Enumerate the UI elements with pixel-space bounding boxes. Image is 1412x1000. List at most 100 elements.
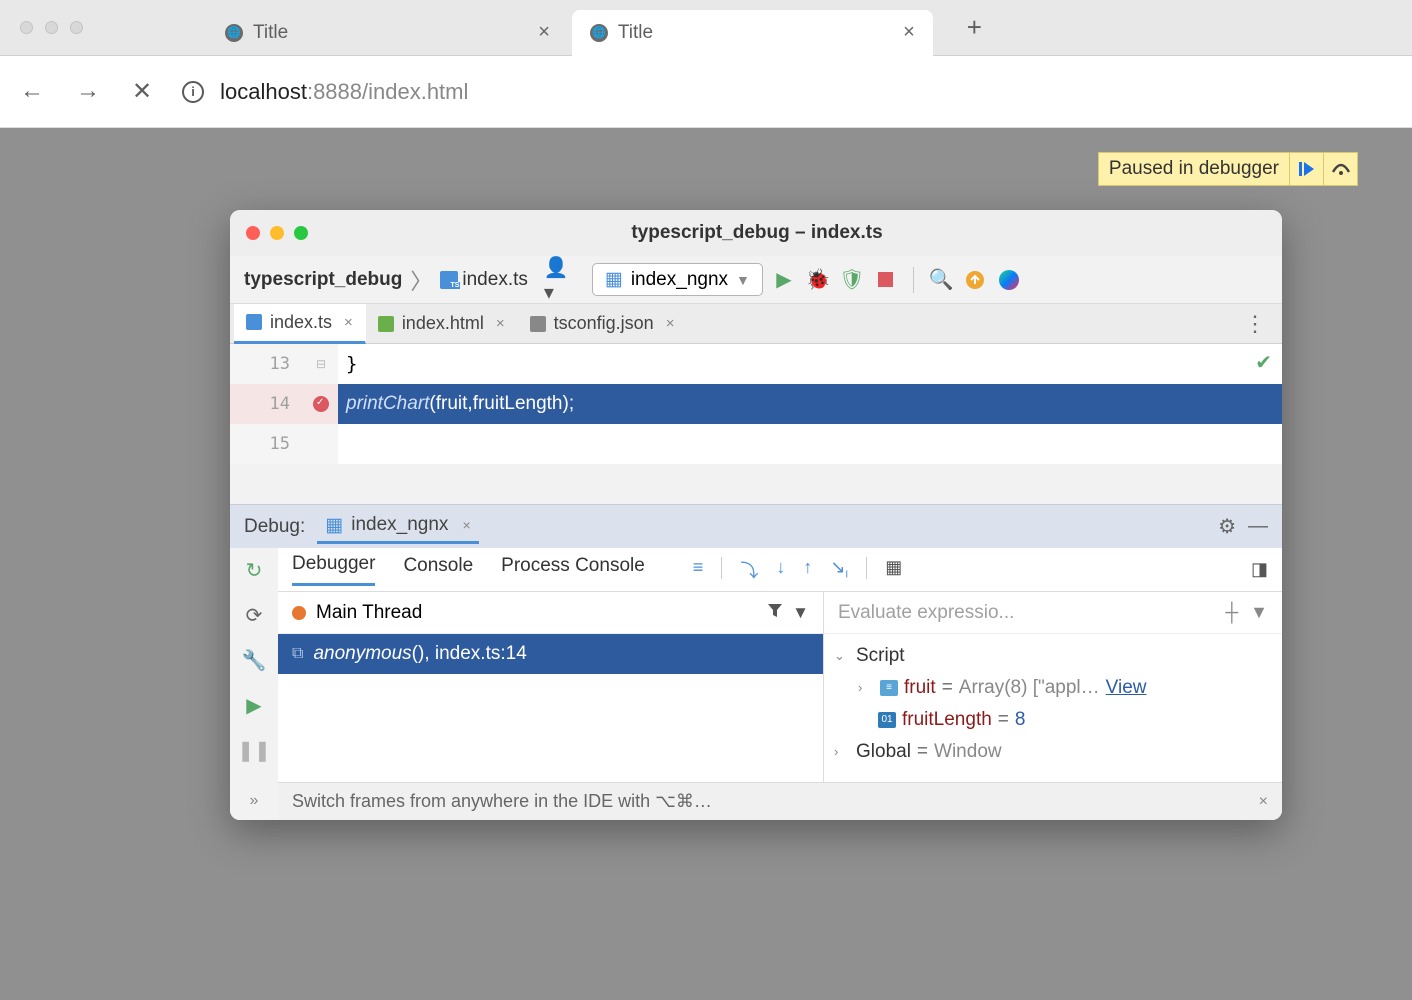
chevron-down-icon[interactable]: ▼	[1250, 602, 1268, 623]
code-line-15[interactable]: 15	[230, 424, 1282, 464]
close-icon[interactable]: ×	[1259, 793, 1268, 811]
gutter[interactable]	[304, 424, 338, 464]
var-scope-global[interactable]: › Global = Window	[834, 736, 1272, 768]
var-scope-script[interactable]: ⌄ Script	[834, 640, 1272, 672]
more-icon[interactable]: »	[250, 792, 259, 810]
layout-icon[interactable]: ◨	[1251, 559, 1268, 580]
forward-icon[interactable]: →	[76, 77, 100, 106]
thread-name[interactable]: Main Thread	[316, 602, 422, 624]
jetbrains-icon[interactable]	[996, 267, 1022, 293]
code-text[interactable]: printChart(fruit,fruitLength);	[338, 384, 1282, 424]
eval-input[interactable]: Evaluate expressio...	[838, 602, 1014, 624]
editor-tab-index-html[interactable]: index.html ×	[366, 304, 518, 344]
code-line-13[interactable]: 13 ⊟ }	[230, 344, 1282, 384]
step-over-icon[interactable]: ⤵	[740, 557, 758, 583]
frame-location: (), index.ts:14	[412, 643, 527, 664]
breadcrumb-file[interactable]: index.ts	[462, 269, 527, 291]
window-traffic-lights	[20, 21, 83, 34]
update-icon[interactable]	[962, 267, 988, 293]
stop-icon[interactable]: ✕	[132, 77, 152, 106]
browser-tab-1[interactable]: 🌐 Title ×	[572, 10, 933, 56]
stop-icon[interactable]	[873, 267, 899, 293]
show-exec-point-icon[interactable]: ≡	[693, 557, 704, 583]
expand-icon[interactable]: ›	[858, 672, 874, 704]
search-icon[interactable]: 🔍	[928, 267, 954, 293]
run-config-selector[interactable]: ▦ index_ngnx ▼	[592, 263, 763, 296]
vcs-user-icon[interactable]: 👤▾	[544, 267, 576, 293]
fold-icon[interactable]: ⊟	[316, 357, 326, 371]
run-icon[interactable]: ▶	[771, 267, 797, 293]
url-field[interactable]: i localhost:8888/index.html	[182, 79, 468, 105]
debug-tool-window: ↻ ⟳ 🔧 ▶ ❚❚ » Debugger Console Process Co…	[230, 548, 1282, 820]
close-icon[interactable]: ×	[462, 517, 470, 533]
pause-icon[interactable]: ❚❚	[237, 738, 271, 763]
variables-header: Evaluate expressio... ┼ ▼	[824, 592, 1282, 634]
chevron-down-icon[interactable]: ▼	[792, 603, 809, 623]
editor-tab-tsconfig[interactable]: tsconfig.json ×	[518, 304, 688, 344]
code-line-14[interactable]: 14 printChart(fruit,fruitLength);	[230, 384, 1282, 424]
add-watch-icon[interactable]: ┼	[1225, 602, 1238, 623]
zoom-dot[interactable]	[70, 21, 83, 34]
run-to-cursor-icon[interactable]: ↘I	[830, 557, 848, 583]
stack-frame-row[interactable]: ⧉ anonymous(), index.ts:14	[278, 634, 823, 674]
step-over-icon[interactable]	[1323, 152, 1357, 186]
step-out-icon[interactable]: ↑	[803, 557, 812, 583]
new-tab-button[interactable]: +	[967, 12, 982, 43]
view-link[interactable]: View	[1106, 672, 1147, 704]
filter-icon[interactable]	[768, 603, 782, 623]
minimize-dot[interactable]	[45, 21, 58, 34]
close-icon[interactable]: ×	[666, 315, 675, 332]
run-config-icon: ▦	[605, 268, 623, 291]
expand-icon[interactable]: ›	[834, 736, 850, 768]
resume-icon[interactable]	[1289, 152, 1323, 186]
tab-debugger[interactable]: Debugger	[292, 553, 375, 586]
close-icon[interactable]: ×	[538, 21, 550, 44]
ts-file-icon	[440, 271, 458, 289]
var-fruit[interactable]: › ≡ fruit = Array(8) ["appl… View	[834, 672, 1272, 704]
breakpoint-icon[interactable]	[313, 396, 329, 412]
debug-session-tab[interactable]: ▦ index_ngnx ×	[317, 510, 478, 544]
fold-gutter[interactable]: ⊟	[304, 344, 338, 384]
page-viewport: Paused in debugger typescript_debug – in…	[0, 128, 1412, 1000]
tab-console[interactable]: Console	[403, 555, 473, 585]
line-number[interactable]: 13	[230, 344, 304, 384]
info-icon[interactable]: i	[182, 81, 204, 103]
variables-tree[interactable]: ⌄ Script › ≡ fruit = Array(8) ["appl… Vi…	[824, 634, 1282, 774]
evaluate-icon[interactable]: ▦	[885, 557, 902, 583]
coverage-icon[interactable]: 🛡	[839, 267, 865, 293]
ide-titlebar[interactable]: typescript_debug – index.ts	[230, 210, 1282, 256]
line-number[interactable]: 14	[230, 384, 304, 424]
favicon-icon: 🌐	[590, 24, 608, 42]
rerun-icon[interactable]: ↻	[246, 558, 263, 583]
resume-icon[interactable]: ▶	[246, 693, 261, 718]
code-editor[interactable]: ✔ 13 ⊟ } 14 printChart(fruit,fruitLength…	[230, 344, 1282, 464]
var-fruitlength[interactable]: 01 fruitLength = 8	[834, 704, 1272, 736]
more-icon[interactable]: ⋮	[1244, 311, 1266, 337]
back-icon[interactable]: ←	[20, 77, 44, 106]
equals: =	[917, 736, 928, 768]
breakpoint-gutter[interactable]	[304, 384, 338, 424]
expand-icon[interactable]: ⌄	[834, 640, 850, 672]
code-text[interactable]	[338, 424, 1282, 464]
line-number[interactable]: 15	[230, 424, 304, 464]
var-value: 8	[1015, 704, 1026, 736]
close-icon[interactable]: ×	[344, 314, 353, 331]
tab-process-console[interactable]: Process Console	[501, 555, 645, 585]
thread-status-icon	[292, 606, 306, 620]
gear-icon[interactable]: ⚙	[1218, 514, 1236, 539]
code-text[interactable]: }	[338, 344, 1282, 384]
step-into-icon[interactable]: ↓	[776, 557, 785, 583]
minimize-icon[interactable]: —	[1248, 515, 1268, 538]
debug-icon[interactable]: 🐞	[805, 267, 831, 293]
breadcrumb[interactable]: typescript_debug 〉 index.ts	[244, 264, 528, 296]
refresh-icon[interactable]: ⟳	[246, 603, 263, 628]
settings-icon[interactable]: 🔧	[242, 648, 267, 673]
url-host: localhost	[220, 79, 307, 104]
close-icon[interactable]: ×	[903, 21, 915, 44]
close-dot[interactable]	[20, 21, 33, 34]
close-icon[interactable]: ×	[496, 315, 505, 332]
breadcrumb-project[interactable]: typescript_debug	[244, 269, 402, 291]
browser-tab-0[interactable]: 🌐 Title ×	[207, 10, 568, 56]
inspection-ok-icon[interactable]: ✔	[1255, 350, 1272, 375]
editor-tab-index-ts[interactable]: index.ts ×	[234, 304, 366, 344]
